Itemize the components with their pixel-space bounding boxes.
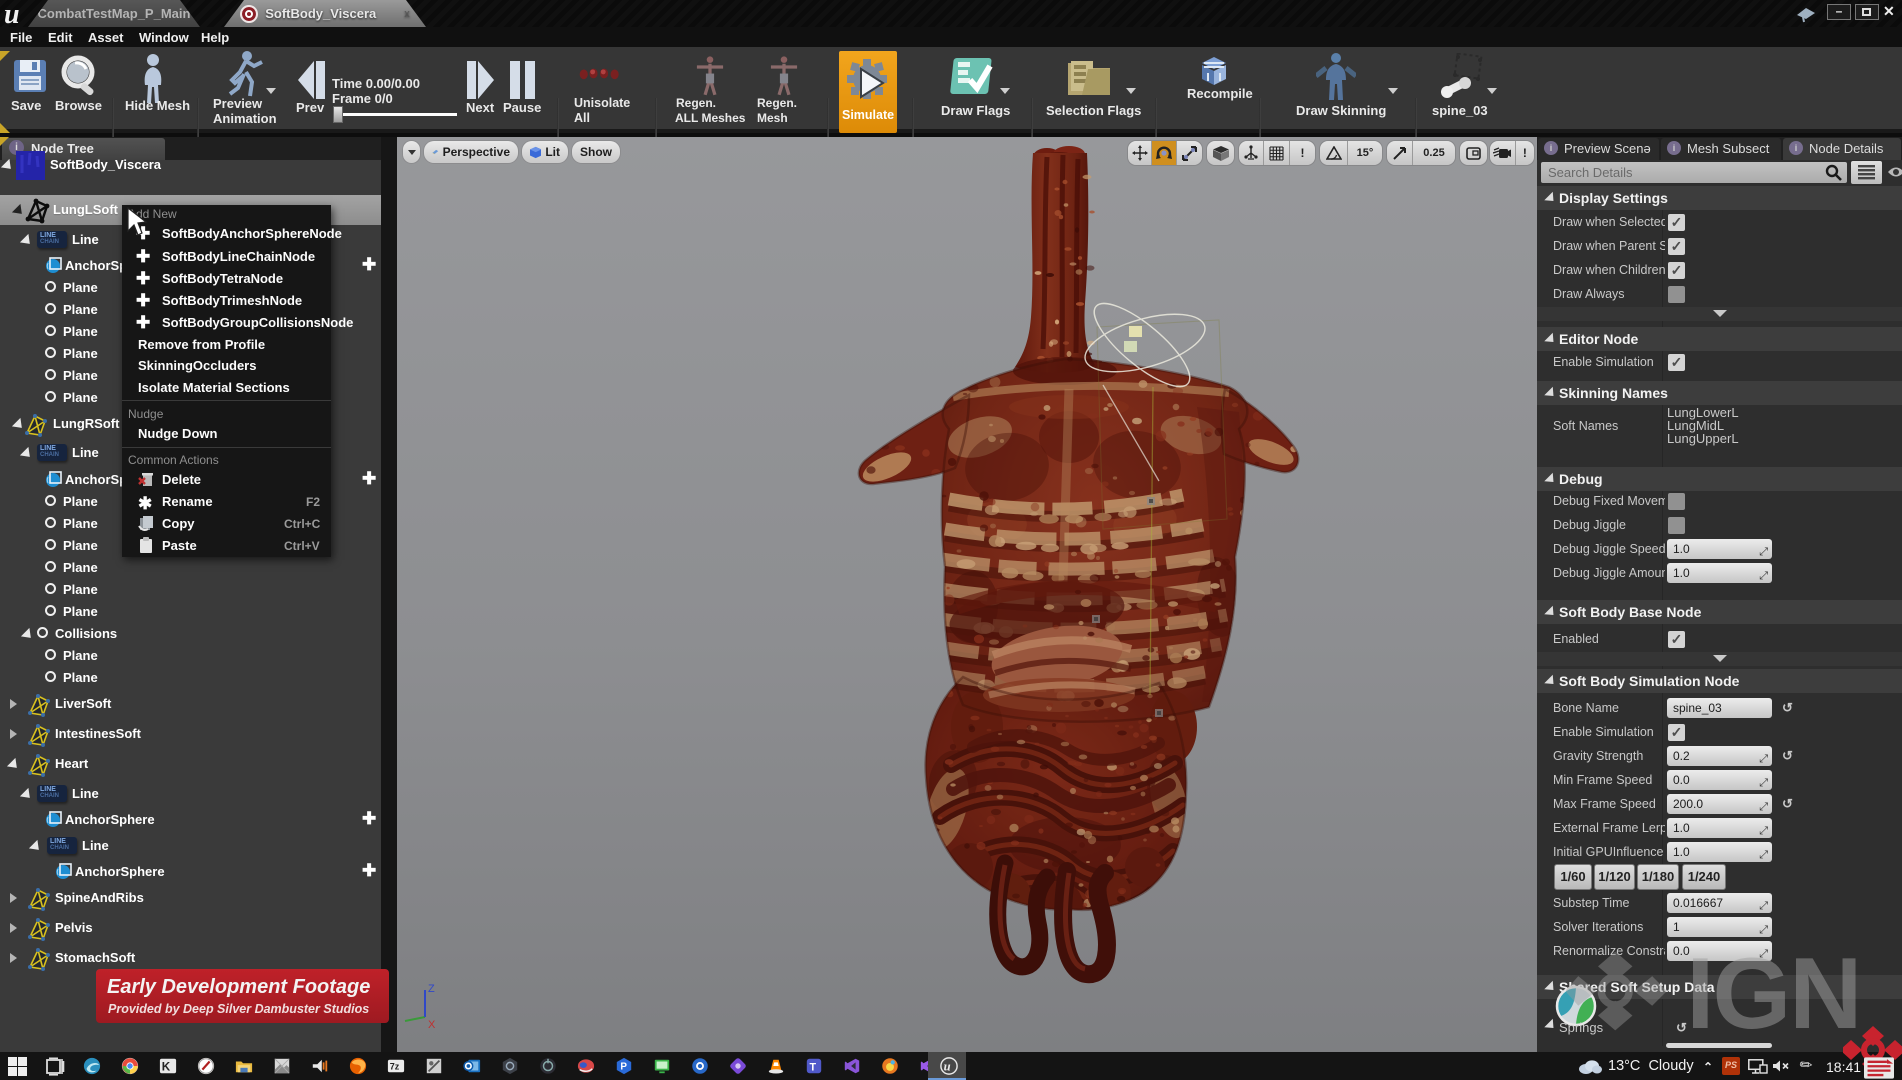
svg-text:u: u bbox=[944, 1060, 951, 1074]
svg-text:K: K bbox=[162, 1061, 171, 1074]
svg-text:IGN: IGN bbox=[1686, 942, 1860, 1038]
svg-text:X: X bbox=[428, 1019, 436, 1031]
svg-text:P: P bbox=[620, 1062, 627, 1073]
svg-text:T: T bbox=[810, 1062, 817, 1074]
svg-text:Z: Z bbox=[428, 983, 435, 995]
svg-text:u: u bbox=[4, 0, 20, 27]
svg-text:7z: 7z bbox=[390, 1062, 400, 1072]
